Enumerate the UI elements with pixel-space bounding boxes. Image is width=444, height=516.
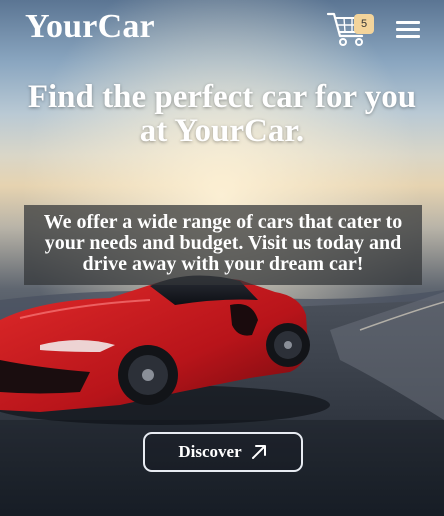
hero-description-box: We offer a wide range of cars that cater…: [24, 205, 422, 285]
discover-button[interactable]: Discover: [143, 432, 303, 472]
brand-logo[interactable]: YourCar: [25, 8, 155, 46]
arrow-up-right-icon: [251, 445, 266, 459]
hero-headline: Find the perfect car for you at YourCar.: [27, 79, 417, 149]
hero-description: We offer a wide range of cars that cater…: [43, 211, 403, 275]
cart-button[interactable]: 5: [326, 10, 374, 48]
navbar: YourCar 5: [0, 0, 444, 60]
hamburger-menu-icon[interactable]: [394, 18, 422, 40]
discover-button-label: Discover: [178, 442, 242, 461]
hero-section: YourCar 5 Find the perfect car for you a…: [0, 0, 444, 516]
cart-count-badge: 5: [354, 14, 374, 34]
